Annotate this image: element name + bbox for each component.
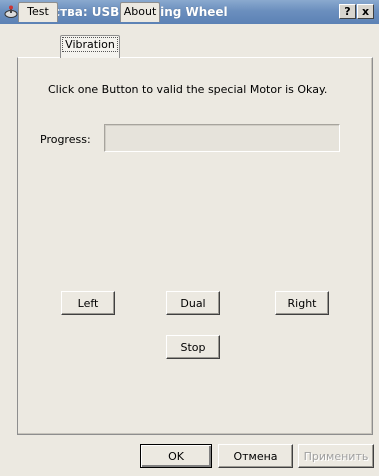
close-button[interactable]: x	[357, 4, 374, 19]
tab-about-label: About	[123, 5, 157, 18]
joystick-icon	[4, 5, 18, 18]
stop-button[interactable]: Stop	[166, 335, 220, 359]
help-button[interactable]: ?	[339, 4, 356, 19]
progress-bar	[104, 124, 340, 152]
tab-panel	[17, 57, 373, 435]
ok-button[interactable]: OK	[140, 444, 212, 468]
tab-about[interactable]: About	[120, 2, 160, 22]
tab-test-label: Test	[27, 5, 49, 18]
dual-button[interactable]: Dual	[166, 291, 220, 315]
tab-test[interactable]: Test	[18, 2, 58, 22]
right-button[interactable]: Right	[275, 291, 329, 315]
instruction-text: Click one Button to valid the special Mo…	[48, 83, 328, 96]
left-button[interactable]: Left	[61, 291, 115, 315]
apply-button[interactable]: Применить	[298, 444, 374, 468]
tab-vibration-label: Vibration	[62, 37, 118, 52]
progress-label: Progress:	[40, 133, 91, 146]
cancel-button[interactable]: Отмена	[218, 444, 293, 468]
tab-vibration[interactable]: Vibration	[60, 35, 120, 58]
